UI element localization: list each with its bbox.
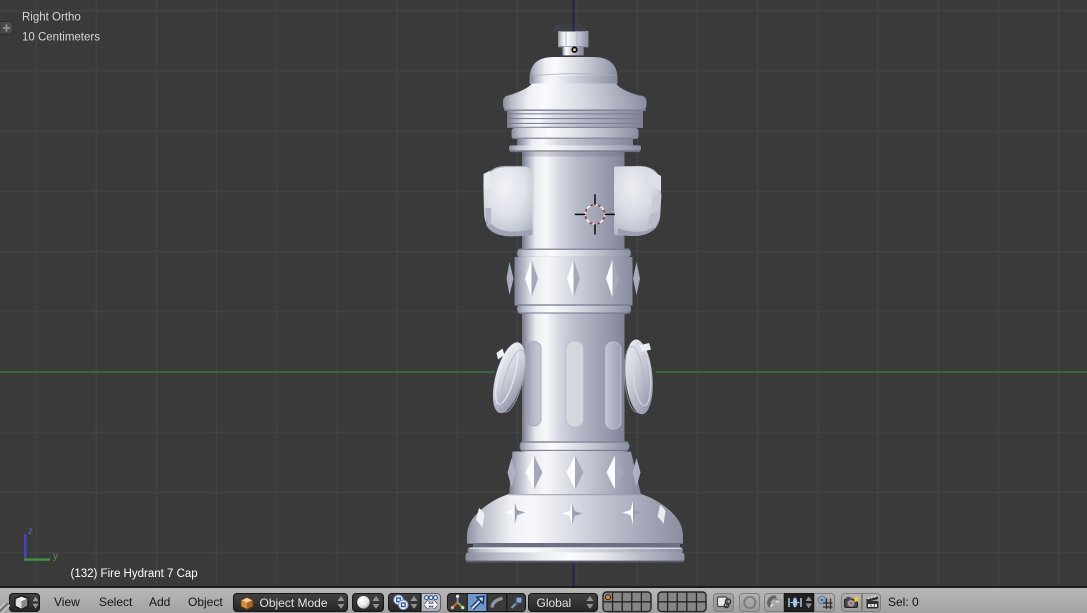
svg-text:Right Ortho: Right Ortho <box>22 11 81 23</box>
svg-text:z: z <box>28 526 33 537</box>
svg-text:(132) Fire Hydrant 7 Cap: (132) Fire Hydrant 7 Cap <box>71 568 198 580</box>
svg-text:y: y <box>53 551 58 562</box>
svg-text:10 Centimeters: 10 Centimeters <box>22 31 100 43</box>
